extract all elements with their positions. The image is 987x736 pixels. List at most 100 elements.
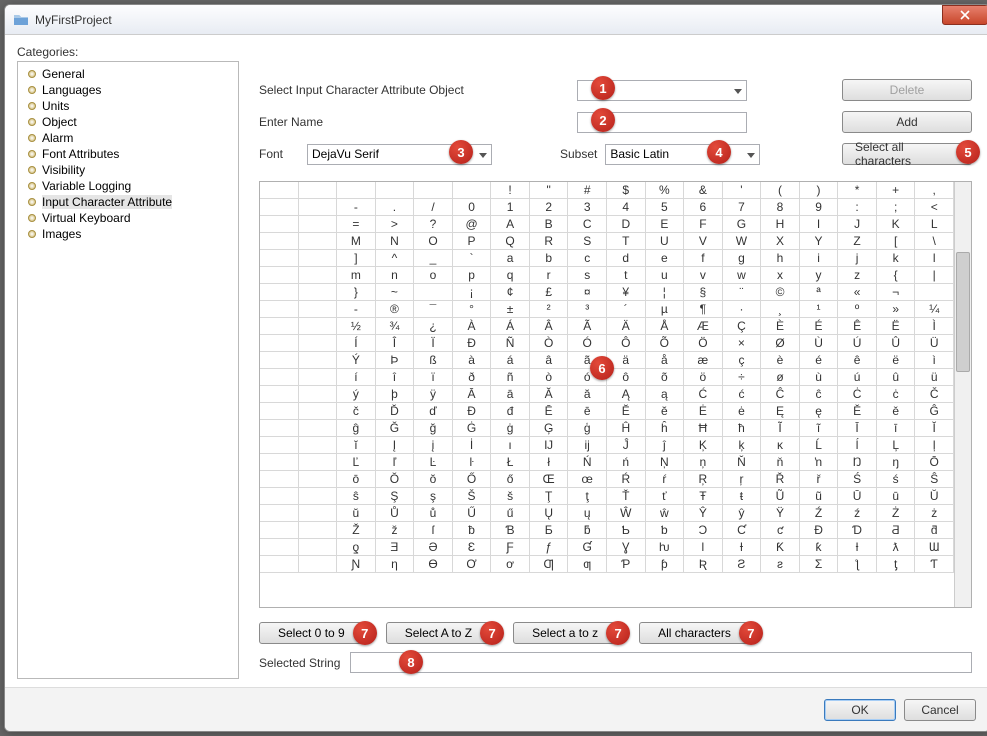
char-cell[interactable]: ĉ <box>800 386 839 403</box>
char-cell[interactable] <box>337 182 376 199</box>
char-cell[interactable]: Ö <box>684 335 723 352</box>
char-cell[interactable]: + <box>877 182 916 199</box>
char-cell[interactable]: Ü <box>915 335 954 352</box>
tree-item-visibility[interactable]: Visibility <box>20 162 236 178</box>
char-cell[interactable] <box>299 250 338 267</box>
char-cell[interactable]: Ğ <box>376 420 415 437</box>
char-cell[interactable]: Ă <box>530 386 569 403</box>
char-cell[interactable]: ģ <box>568 420 607 437</box>
char-cell[interactable] <box>299 233 338 250</box>
char-cell[interactable]: ć <box>723 386 762 403</box>
char-cell[interactable]: 2 <box>530 199 569 216</box>
char-cell[interactable]: Q <box>491 233 530 250</box>
char-cell[interactable]: ƃ <box>568 522 607 539</box>
char-cell[interactable]: Ø <box>761 335 800 352</box>
char-cell[interactable]: ŕ <box>646 471 685 488</box>
char-cell[interactable]: * <box>838 182 877 199</box>
char-cell[interactable]: Ɯ <box>915 539 954 556</box>
char-cell[interactable]: Ā <box>453 386 492 403</box>
char-cell[interactable]: Ƒ <box>491 539 530 556</box>
subset-combo[interactable]: Basic Latin <box>605 144 760 165</box>
char-cell[interactable]: 6 <box>684 199 723 216</box>
char-cell[interactable]: ƈ <box>761 522 800 539</box>
char-cell[interactable]: U <box>646 233 685 250</box>
categories-tree[interactable]: GeneralLanguagesUnitsObjectAlarmFont Att… <box>17 61 239 679</box>
char-cell[interactable]: Ɲ <box>337 556 376 573</box>
char-cell[interactable]: ƛ <box>877 539 916 556</box>
char-cell[interactable]: Ʃ <box>800 556 839 573</box>
char-cell[interactable] <box>260 539 299 556</box>
char-cell[interactable]: æ <box>684 352 723 369</box>
char-cell[interactable]: ş <box>414 488 453 505</box>
char-cell[interactable]: à <box>453 352 492 369</box>
char-cell[interactable]: Ɩ <box>684 539 723 556</box>
char-cell[interactable]: ŵ <box>646 505 685 522</box>
char-cell[interactable]: Ƭ <box>915 556 954 573</box>
char-cell[interactable]: ń <box>607 454 646 471</box>
char-cell[interactable]: Ē <box>530 403 569 420</box>
char-cell[interactable] <box>915 284 954 301</box>
char-cell[interactable] <box>260 301 299 318</box>
char-cell[interactable]: & <box>684 182 723 199</box>
char-cell[interactable]: ŷ <box>723 505 762 522</box>
char-cell[interactable]: â <box>530 352 569 369</box>
char-cell[interactable] <box>260 182 299 199</box>
char-cell[interactable]: Ž <box>337 522 376 539</box>
char-cell[interactable]: ŋ <box>877 454 916 471</box>
char-cell[interactable] <box>260 420 299 437</box>
char-cell[interactable]: º <box>838 301 877 318</box>
char-cell[interactable]: ı <box>491 437 530 454</box>
char-cell[interactable]: Ĳ <box>530 437 569 454</box>
char-cell[interactable] <box>260 505 299 522</box>
char-cell[interactable]: Ġ <box>453 420 492 437</box>
char-cell[interactable]: ³ <box>568 301 607 318</box>
char-cell[interactable]: û <box>877 369 916 386</box>
char-cell[interactable]: Č <box>915 386 954 403</box>
char-cell[interactable]: 3 <box>568 199 607 216</box>
char-cell[interactable]: ¦ <box>646 284 685 301</box>
char-cell[interactable]: ũ <box>800 488 839 505</box>
char-cell[interactable]: ƣ <box>568 556 607 573</box>
char-cell[interactable]: İ <box>453 437 492 454</box>
char-cell[interactable]: ē <box>568 403 607 420</box>
char-cell[interactable]: Ç <box>723 318 762 335</box>
char-cell[interactable]: ƅ <box>646 522 685 539</box>
char-cell[interactable]: Ý <box>337 352 376 369</box>
grid-body[interactable]: !"#$%&'()*+,-./0123456789:;<=>?@ABCDEFGH… <box>260 182 954 607</box>
char-cell[interactable]: ð <box>453 369 492 386</box>
close-button[interactable] <box>942 5 987 25</box>
char-cell[interactable]: Ɖ <box>800 522 839 539</box>
char-cell[interactable]: É <box>800 318 839 335</box>
char-cell[interactable]: Ƌ <box>877 522 916 539</box>
char-cell[interactable]: 9 <box>800 199 839 216</box>
char-cell[interactable]: Ơ <box>453 556 492 573</box>
char-cell[interactable]: ƥ <box>646 556 685 573</box>
char-cell[interactable]: ğ <box>414 420 453 437</box>
char-cell[interactable]: Þ <box>376 352 415 369</box>
char-cell[interactable]: Ū <box>838 488 877 505</box>
scroll-thumb[interactable] <box>956 252 970 372</box>
char-cell[interactable] <box>299 216 338 233</box>
char-cell[interactable]: ō <box>337 471 376 488</box>
char-cell[interactable]: Ê <box>838 318 877 335</box>
char-cell[interactable]: Ĥ <box>607 420 646 437</box>
char-cell[interactable]: 7 <box>723 199 762 216</box>
char-cell[interactable]: ï <box>414 369 453 386</box>
char-cell[interactable]: i <box>800 250 839 267</box>
char-cell[interactable]: · <box>723 301 762 318</box>
char-cell[interactable]: ƪ <box>838 556 877 573</box>
char-cell[interactable] <box>260 284 299 301</box>
char-cell[interactable]: ą <box>646 386 685 403</box>
char-cell[interactable]: í <box>337 369 376 386</box>
char-cell[interactable]: 5 <box>646 199 685 216</box>
char-cell[interactable]: Ź <box>800 505 839 522</box>
char-cell[interactable]: k <box>877 250 916 267</box>
char-cell[interactable]: ú <box>838 369 877 386</box>
char-cell[interactable]: Ƅ <box>607 522 646 539</box>
char-cell[interactable]: Á <box>491 318 530 335</box>
char-cell[interactable]: Ī <box>838 420 877 437</box>
char-cell[interactable]: % <box>646 182 685 199</box>
tree-item-font-attributes[interactable]: Font Attributes <box>20 146 236 162</box>
char-cell[interactable] <box>299 505 338 522</box>
char-cell[interactable]: = <box>337 216 376 233</box>
